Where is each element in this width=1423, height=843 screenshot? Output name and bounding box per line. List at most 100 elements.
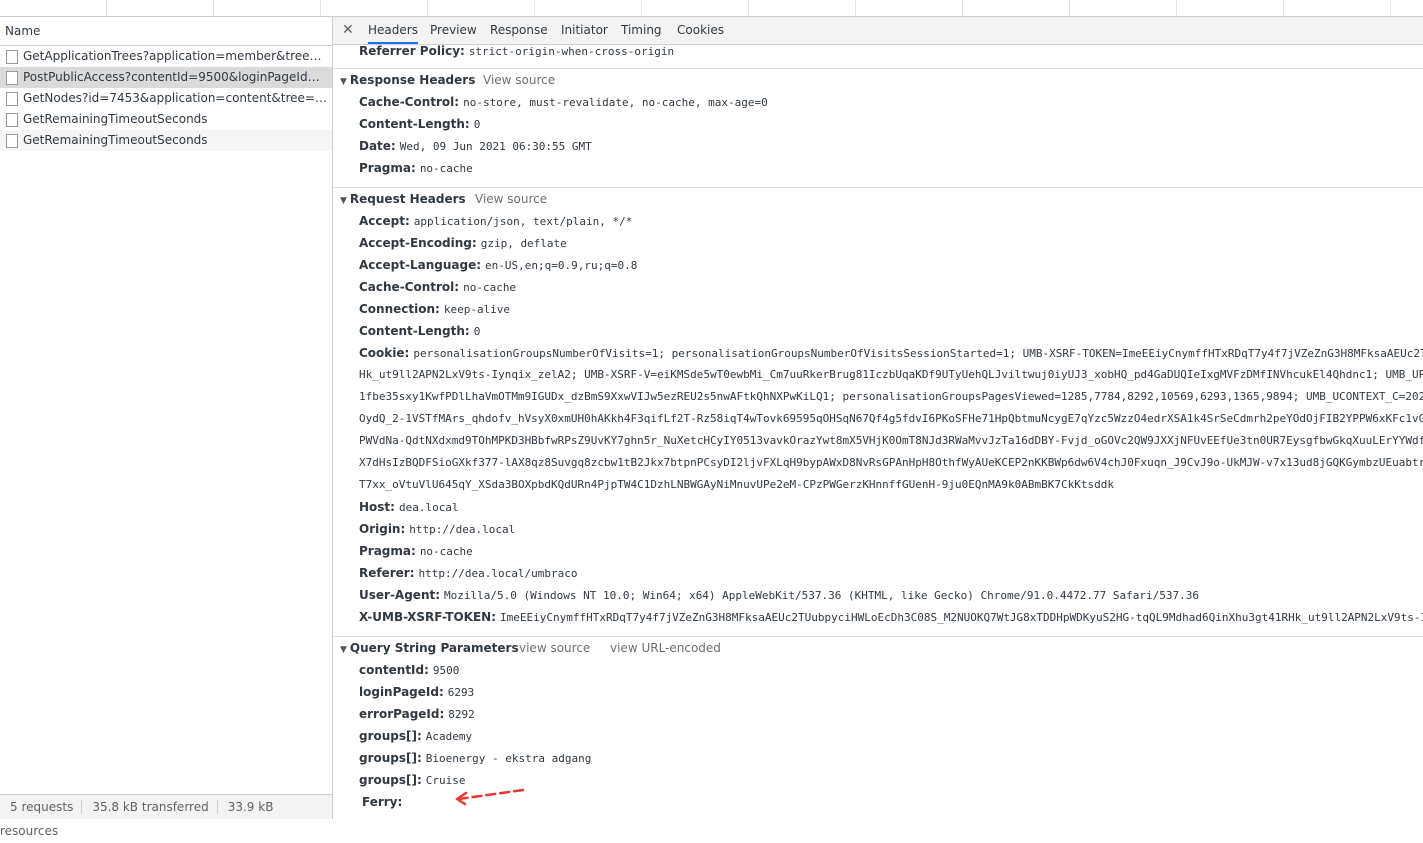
cookie-value-line: X7dHsIzBQDFSioGXkf377-lAX8qz8Suvgq8zcbw1… [359, 456, 1423, 469]
header-value: ImeEEiyCnymffHTxRDqT7y4f7jVZeZnG3H8MFksa… [500, 611, 1423, 624]
request-file-icon [6, 92, 18, 106]
timeline-tick [1176, 0, 1177, 16]
header-row: Accept-Language: en-US,en;q=0.9,ru;q=0.8 [333, 254, 1423, 276]
request-name: GetNodes?id=7453&application=content&tre… [23, 91, 328, 105]
header-key: User-Agent: [359, 588, 441, 602]
header-value: no-cache [419, 545, 473, 558]
query-param-row: groups[]: Academy [333, 725, 1423, 747]
request-file-icon [6, 113, 18, 127]
cookie-value-line: OydQ_2-1VSTfMArs_qhdofv_hVsyX0xmUH0hAKkh… [359, 412, 1423, 425]
header-key: Referer: [359, 566, 415, 580]
tab-response[interactable]: Response [490, 17, 548, 44]
header-key: Content-Length: [359, 117, 470, 131]
header-value: no-cache [463, 281, 517, 294]
summary-requests: 5 requests [0, 800, 83, 814]
request-headers-section-title[interactable]: ▼ Request Headers View source [333, 188, 1423, 210]
header-row: Pragma: no-cache [333, 540, 1423, 562]
cookie-value-line: T7xx_oVtuVlU645qY_XSda3BOXpbdKQdURn4PjpT… [359, 478, 1114, 491]
header-row: Date: Wed, 09 Jun 2021 06:30:55 GMT [333, 135, 1423, 157]
header-key: Accept-Language: [359, 258, 482, 272]
header-row: X-UMB-XSRF-TOKEN: ImeEEiyCnymffHTxRDqT7y4… [333, 606, 1423, 628]
view-source-link[interactable]: view source [519, 637, 590, 659]
cookie-value-line: Hk_ut9ll2APN2LxV9ts-Iynqix_zelA2; UMB-XS… [359, 368, 1423, 381]
request-file-icon [6, 50, 18, 64]
close-icon[interactable]: ✕ [342, 22, 354, 38]
cookie-value-line: 1fbe35sxy1KwfPDlLhaVmOTMm9IGUDx_dzBmS9Xx… [359, 390, 1423, 403]
request-name: PostPublicAccess?contentId=9500&loginPag… [23, 70, 328, 84]
header-row: Content-Length: 0 [333, 320, 1423, 342]
headers-panel: Referrer Policy: strict-origin-when-cross… [333, 45, 1423, 819]
timeline-tick [748, 0, 749, 16]
collapse-triangle-icon: ▼ [340, 196, 347, 206]
header-row: Cache-Control: no-store, must-revalidate,… [333, 91, 1423, 113]
timeline-tick [1283, 0, 1284, 16]
header-value: http://dea.local [409, 523, 516, 536]
header-key: Cache-Control: [359, 95, 460, 109]
query-param-row: contentId: 9500 [333, 659, 1423, 681]
timeline-tick [641, 0, 642, 16]
tab-initiator[interactable]: Initiator [561, 17, 608, 44]
timeline-tick [1069, 0, 1070, 16]
request-row[interactable]: GetApplicationTrees?application=member&t… [0, 46, 332, 67]
section-title: Response Headers [349, 73, 476, 87]
collapse-triangle-icon: ▼ [340, 77, 347, 87]
detail-tab-bar: ✕ Headers Preview Response Initiator Tim… [333, 17, 1423, 45]
param-key: contentId: [359, 663, 429, 677]
request-file-icon [6, 134, 18, 148]
header-value: no-cache [419, 162, 473, 175]
header-key: Accept-Encoding: [359, 236, 477, 250]
request-file-icon [6, 71, 18, 85]
header-row-cookie: Cookie: personalisationGroupsNumberOfVisi… [333, 342, 1423, 364]
header-value: Wed, 09 Jun 2021 06:30:55 GMT [399, 140, 592, 153]
timeline-tick [213, 0, 214, 16]
cookie-value-line: personalisationGroupsNumberOfVisits=1; p… [413, 347, 1423, 360]
header-value: dea.local [398, 501, 459, 514]
timeline-tick [1390, 0, 1391, 16]
request-list-pane: Name GetApplicationTrees?application=mem… [0, 17, 333, 838]
tab-headers[interactable]: Headers [368, 17, 418, 44]
tab-timing[interactable]: Timing [621, 17, 662, 44]
param-value: 8292 [448, 708, 475, 721]
section-title: Request Headers [349, 192, 466, 206]
query-param-row: errorPageId: 8292 [333, 703, 1423, 725]
view-url-encoded-link[interactable]: view URL-encoded [610, 637, 721, 659]
header-value: application/json, text/plain, */* [413, 215, 633, 228]
header-row: Connection: keep-alive [333, 298, 1423, 320]
tab-preview[interactable]: Preview [430, 17, 477, 44]
param-key: groups[]: [359, 729, 422, 743]
timeline-tick [534, 0, 535, 16]
view-source-link[interactable]: View source [475, 188, 547, 210]
request-row[interactable]: GetRemainingTimeoutSeconds [0, 130, 332, 151]
name-column-header[interactable]: Name [0, 17, 332, 46]
header-key: X-UMB-XSRF-TOKEN: [359, 610, 496, 624]
network-timeline-strip [0, 0, 1423, 17]
header-key: Host: [359, 500, 395, 514]
header-value: no-store, must-revalidate, no-cache, max… [463, 96, 768, 109]
request-name: GetRemainingTimeoutSeconds [23, 112, 208, 126]
request-row[interactable]: GetNodes?id=7453&application=content&tre… [0, 88, 332, 109]
tab-cookies[interactable]: Cookies [677, 17, 724, 44]
header-row: User-Agent: Mozilla/5.0 (Windows NT 10.0;… [333, 584, 1423, 606]
response-headers-section-title[interactable]: ▼ Response Headers View source [333, 69, 1423, 91]
request-row[interactable]: GetRemainingTimeoutSeconds [0, 109, 332, 130]
param-key: groups[]: [359, 751, 422, 765]
header-value: keep-alive [443, 303, 511, 316]
header-value: http://dea.local/umbraco [418, 567, 578, 580]
header-row: Accept: application/json, text/plain, */* [333, 210, 1423, 232]
header-row: Pragma: no-cache [333, 157, 1423, 179]
param-key: loginPageId: [359, 685, 444, 699]
query-param-row: loginPageId: 6293 [333, 681, 1423, 703]
collapse-triangle-icon: ▼ [340, 645, 347, 655]
param-key: Ferry: [362, 795, 403, 809]
header-row: Referer: http://dea.local/umbraco [333, 562, 1423, 584]
timeline-tick [962, 0, 963, 16]
view-source-link[interactable]: View source [483, 69, 555, 91]
header-value: 0 [473, 325, 481, 338]
request-row-selected[interactable]: PostPublicAccess?contentId=9500&loginPag… [0, 67, 332, 88]
header-key: Accept: [359, 214, 410, 228]
header-value: en-US,en;q=0.9,ru;q=0.8 [485, 259, 638, 272]
header-key: Origin: [359, 522, 406, 536]
query-params-section-title[interactable]: ▼ Query String Parameters view source vie… [333, 637, 1423, 659]
header-key: Referrer Policy: [359, 44, 465, 58]
header-key: Content-Length: [359, 324, 470, 338]
